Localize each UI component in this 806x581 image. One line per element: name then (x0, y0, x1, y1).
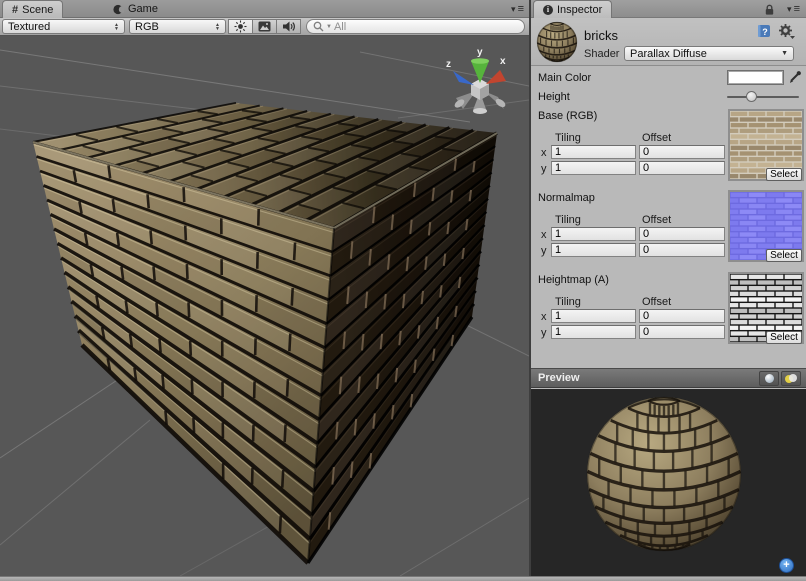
base-offset-y-field[interactable] (639, 161, 725, 175)
info-icon: i (543, 5, 553, 15)
tiling-header: Tiling (555, 214, 581, 226)
svg-text:?: ? (762, 27, 768, 37)
row-x-label: x (541, 147, 547, 159)
gear-icon[interactable] (778, 23, 795, 39)
preview-bar[interactable]: Preview (531, 368, 806, 388)
search-filter-caret-icon: ▼ (326, 24, 332, 30)
draw-mode-dropdown[interactable]: Textured ▲▼ (2, 19, 125, 34)
offset-header: Offset (642, 132, 671, 144)
shader-value: Parallax Diffuse (630, 48, 707, 60)
section-title-normalmap: Normalmap (538, 192, 595, 204)
color-mode-dropdown[interactable]: RGB ▲▼ (129, 19, 226, 34)
height-offset-y-field[interactable] (639, 325, 725, 339)
inspector-tabbar: i Inspector ▾≡ (531, 0, 806, 18)
base-offset-x-field[interactable] (639, 145, 725, 159)
help-icon[interactable]: ? (757, 24, 771, 38)
lights-icon (785, 374, 797, 383)
axis-y-label: y (477, 47, 483, 58)
main-color-swatch[interactable] (727, 70, 784, 85)
preview-lighting-button[interactable] (781, 371, 801, 386)
scene-panel: # Scene Game ▾≡ Textured ▲▼ RGB ▲▼ (0, 0, 529, 576)
material-header: bricks Shader Parallax Diffuse ▼ ? (531, 18, 806, 66)
tab-inspector-label: Inspector (557, 4, 602, 16)
image-icon (258, 21, 271, 32)
tiling-header: Tiling (555, 296, 581, 308)
row-y-label: y (541, 245, 547, 257)
row-x-label: x (541, 311, 547, 323)
unity-editor-window: # Scene Game ▾≡ Textured ▲▼ RGB ▲▼ (0, 0, 806, 581)
height-slider-thumb[interactable] (746, 91, 757, 102)
search-icon (313, 21, 324, 32)
chevron-down-icon: ▾ (787, 4, 792, 15)
offset-header: Offset (642, 296, 671, 308)
scene-tabbar: # Scene Game ▾≡ (0, 0, 529, 18)
window-bottom-strip (0, 576, 806, 581)
game-icon (113, 4, 124, 15)
scene-viewport[interactable]: y x z (0, 36, 529, 576)
height-tiling-y-field[interactable] (551, 325, 636, 339)
base-tiling-x-field[interactable] (551, 145, 636, 159)
normalmap-select-button[interactable]: Select (766, 249, 802, 262)
draw-mode-value: Textured (8, 21, 50, 33)
row-y-label: y (541, 327, 547, 339)
offset-header: Offset (642, 214, 671, 226)
normal-offset-y-field[interactable] (639, 243, 725, 257)
chevron-down-icon: ▼ (781, 50, 788, 57)
shader-label: Shader (584, 48, 619, 60)
preview-sphere-button[interactable] (759, 371, 779, 386)
scene-lighting-toggle[interactable] (228, 19, 253, 34)
eyedropper-icon[interactable] (788, 70, 802, 85)
sun-icon (234, 20, 247, 33)
lock-icon[interactable] (764, 4, 775, 16)
main-color-label: Main Color (538, 72, 591, 84)
normal-tiling-x-field[interactable] (551, 227, 636, 241)
color-mode-value: RGB (135, 21, 159, 33)
base-tiling-y-field[interactable] (551, 161, 636, 175)
tab-game-label: Game (128, 3, 158, 15)
axis-z-label: z (446, 59, 451, 70)
shader-dropdown[interactable]: Parallax Diffuse ▼ (624, 46, 794, 61)
base-select-button[interactable]: Select (766, 168, 802, 181)
inspector-panel: i Inspector ▾≡ bricks Shader Parallax Di… (531, 0, 806, 576)
normal-offset-x-field[interactable] (639, 227, 725, 241)
search-filter-label: All (334, 21, 346, 33)
height-slider-track[interactable] (727, 96, 799, 98)
sphere-icon (765, 374, 774, 383)
scene-grid-icon: # (12, 4, 18, 16)
tiling-header: Tiling (555, 132, 581, 144)
material-name: bricks (584, 28, 618, 43)
height-offset-x-field[interactable] (639, 309, 725, 323)
tab-scene-label: Scene (22, 4, 53, 16)
menu-lines-icon: ≡ (518, 5, 524, 14)
add-button[interactable]: + (779, 558, 794, 573)
chevron-down-icon: ▾ (511, 4, 516, 15)
row-x-label: x (541, 229, 547, 241)
section-title-heightmap: Heightmap (A) (538, 274, 609, 286)
material-preview-thumbnail (535, 20, 579, 64)
updown-arrows-icon: ▲▼ (215, 23, 220, 31)
chevron-down-icon (790, 36, 795, 39)
material-preview-sphere (531, 389, 806, 576)
height-label: Height (538, 91, 570, 103)
scene-search-field[interactable]: ▼ All (306, 19, 525, 34)
height-tiling-x-field[interactable] (551, 309, 636, 323)
scene-toolbar: Textured ▲▼ RGB ▲▼ (0, 18, 529, 36)
scene-panel-menu-icon[interactable]: ▾≡ (511, 4, 524, 15)
scene-skybox-toggle[interactable] (252, 19, 277, 34)
axis-x-label: x (500, 56, 506, 67)
row-y-label: y (541, 163, 547, 175)
scene-audio-toggle[interactable] (276, 19, 301, 34)
updown-arrows-icon: ▲▼ (114, 23, 119, 31)
inspector-panel-menu-icon[interactable]: ▾≡ (787, 4, 800, 15)
preview-area[interactable]: + (531, 389, 806, 576)
tab-inspector[interactable]: i Inspector (533, 0, 612, 18)
speaker-icon (282, 20, 296, 33)
section-title-base: Base (RGB) (538, 110, 597, 122)
menu-lines-icon: ≡ (794, 5, 800, 14)
normal-tiling-y-field[interactable] (551, 243, 636, 257)
preview-title: Preview (538, 372, 580, 384)
tab-game[interactable]: Game (104, 0, 167, 18)
heightmap-select-button[interactable]: Select (766, 331, 802, 344)
tab-scene[interactable]: # Scene (2, 0, 63, 18)
